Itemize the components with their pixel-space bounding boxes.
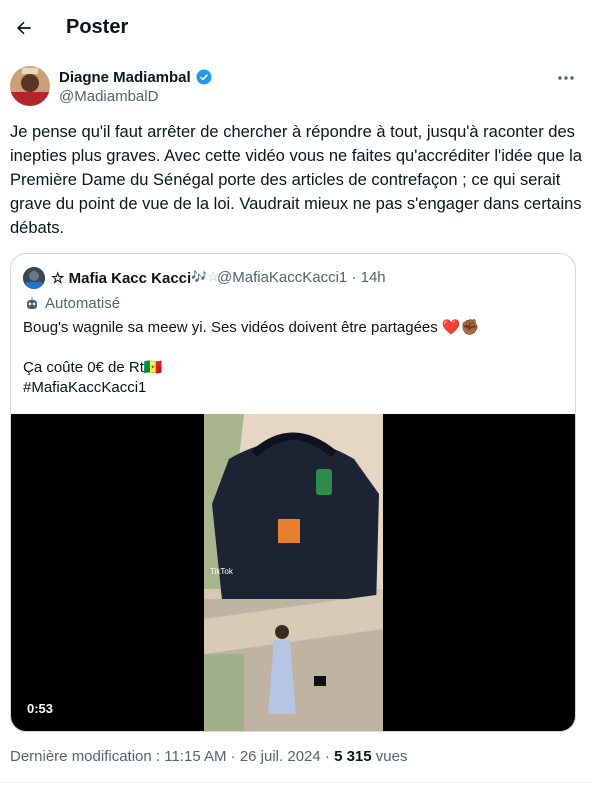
robot-icon bbox=[27, 297, 37, 309]
quoted-blank-line bbox=[23, 338, 563, 358]
quoted-tweet[interactable]: ☆ Mafia Kacc Kacci 🎶☆ @MafiaKaccKacci1 ·… bbox=[10, 253, 576, 732]
automated-text: Automatisé bbox=[45, 295, 121, 312]
quoted-line-1: Boug's wagnile sa meew yi. Ses vidéos do… bbox=[23, 319, 480, 336]
views-count: 5 315 bbox=[334, 748, 372, 765]
quoted-line-2: Ça coûte 0€ de Rt🇸🇳 bbox=[23, 359, 163, 376]
views-label: vues bbox=[371, 748, 408, 765]
divider bbox=[0, 782, 592, 783]
video-thumbnail: TikTok bbox=[204, 414, 383, 731]
video-player[interactable]: TikTok 0:53 bbox=[11, 414, 575, 731]
tweet-meta: Dernière modification : 11:15 AM · 26 ju… bbox=[10, 748, 407, 765]
quoted-handle-time[interactable]: @MafiaKaccKacci1 · 14h bbox=[217, 269, 386, 286]
page-title: Poster bbox=[66, 16, 129, 38]
quoted-hashtag[interactable]: #MafiaKaccKacci1 bbox=[23, 378, 563, 398]
author-handle[interactable]: @MadiambalD bbox=[59, 88, 158, 105]
more-icon bbox=[558, 76, 574, 80]
author-name[interactable]: Diagne Madiambal bbox=[59, 68, 213, 86]
author-name-text: Diagne Madiambal bbox=[59, 68, 191, 86]
quoted-text: Boug's wagnile sa meew yi. Ses vidéos do… bbox=[23, 318, 563, 398]
video-frame: TikTok bbox=[204, 414, 383, 731]
back-button[interactable] bbox=[8, 12, 40, 44]
verified-badge-icon bbox=[196, 69, 212, 85]
more-options-button[interactable] bbox=[556, 70, 576, 86]
quoted-author-avatar[interactable] bbox=[23, 267, 45, 289]
quoted-avatar-image bbox=[23, 267, 45, 289]
tweet-text: Je pense qu'il faut arrêter de chercher … bbox=[10, 123, 582, 237]
video-duration: 0:53 bbox=[21, 699, 60, 718]
quoted-author-symbols: 🎶☆ bbox=[191, 269, 219, 284]
arrow-left-icon bbox=[17, 21, 31, 35]
tiktok-watermark: TikTok bbox=[210, 567, 234, 576]
top-bar: Poster bbox=[0, 0, 592, 56]
quoted-author-name[interactable]: ☆ Mafia Kacc Kacci bbox=[51, 269, 191, 287]
automated-label: Automatisé bbox=[25, 295, 120, 312]
tweet-timestamp[interactable]: Dernière modification : 11:15 AM · 26 ju… bbox=[10, 748, 334, 765]
author-avatar-image bbox=[10, 66, 50, 106]
avatar[interactable] bbox=[10, 66, 50, 106]
